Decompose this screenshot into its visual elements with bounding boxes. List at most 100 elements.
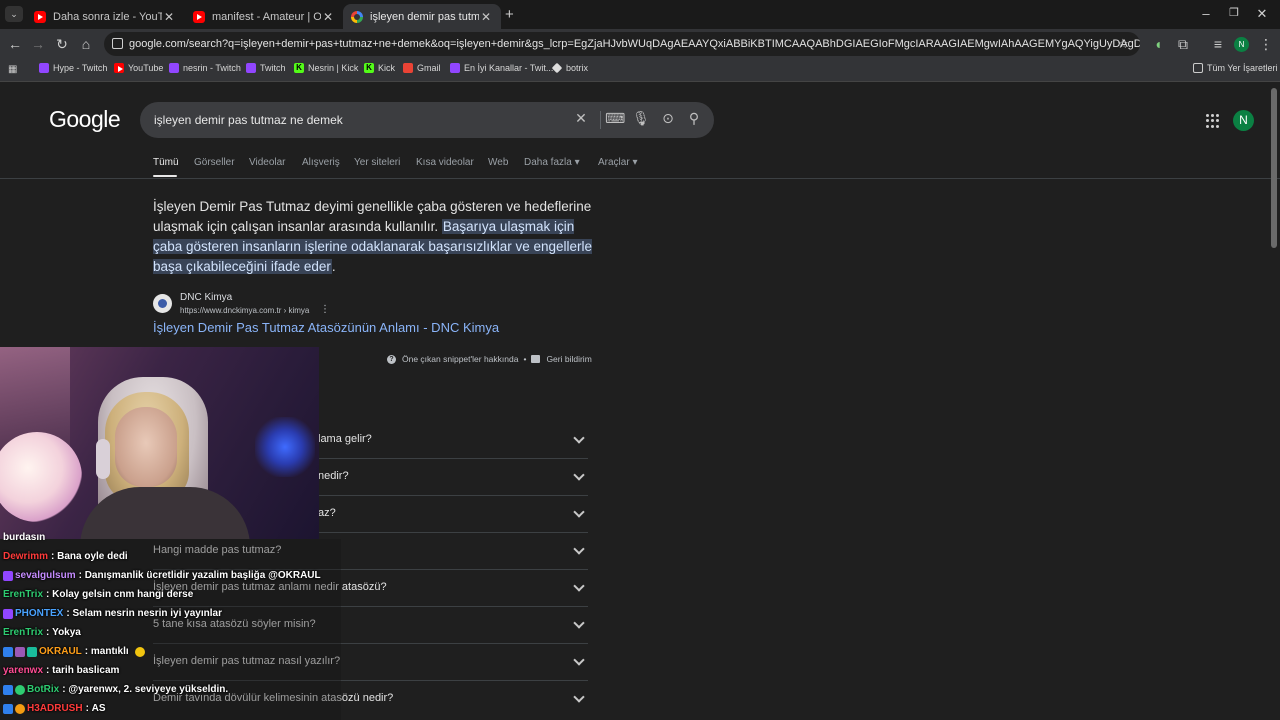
badge-icon xyxy=(27,646,37,657)
close-icon[interactable]: ✕ xyxy=(479,10,493,24)
folder-icon xyxy=(1193,63,1203,73)
chat-cut-line: burdasın xyxy=(3,532,46,543)
badge-icon xyxy=(3,608,13,619)
streamer-face xyxy=(115,407,177,487)
badge-icon xyxy=(15,684,25,695)
search-divider xyxy=(600,111,601,129)
google-apps-icon[interactable] xyxy=(1206,114,1220,128)
source-name[interactable]: DNC Kimya xyxy=(180,292,232,303)
chevron-down-icon xyxy=(574,693,584,703)
chat-message: yarenwx: tarih baslicam xyxy=(3,665,120,676)
tab-google-search[interactable]: işleyen demir pas tutmaz ne de... ✕ xyxy=(343,4,501,29)
restore-button[interactable]: ❐ xyxy=(1224,6,1244,19)
reading-list-icon[interactable]: ≡ xyxy=(1210,37,1226,51)
tab-web[interactable]: Web xyxy=(488,157,508,168)
featured-snippet: İşleyen Demir Pas Tutmaz deyimi genellik… xyxy=(153,199,592,274)
forward-icon[interactable]: → xyxy=(30,37,46,51)
tab-tools[interactable]: Araçlar ▾ xyxy=(598,157,637,168)
bookmark-nesrin-kick[interactable]: K Nesrin | Kick xyxy=(294,63,358,73)
badge-icon xyxy=(3,570,13,581)
search-box[interactable]: işleyen demir pas tutmaz ne demek ✕ ⌨ 🎙 … xyxy=(140,102,714,138)
microphone-icon[interactable]: 🎙 xyxy=(631,110,651,127)
clear-icon[interactable]: ✕ xyxy=(571,110,591,127)
search-input[interactable]: işleyen demir pas tutmaz ne demek xyxy=(154,113,343,127)
close-icon[interactable]: ✕ xyxy=(162,10,176,24)
youtube-icon xyxy=(114,63,124,73)
chevron-down-icon xyxy=(574,619,584,629)
microphone-light xyxy=(255,417,315,477)
minimize-button[interactable]: – xyxy=(1196,6,1216,21)
botrix-icon xyxy=(551,62,563,74)
source-url[interactable]: https://www.dnckimya.com.tr › kimya xyxy=(180,306,309,315)
close-icon[interactable]: ✕ xyxy=(321,10,335,24)
tab-all[interactable]: Tümü xyxy=(153,157,179,168)
tab-search-button[interactable]: ⌄ xyxy=(5,6,23,22)
feedback-link[interactable]: Geri bildirim xyxy=(546,354,591,364)
about-snippets-link[interactable]: Öne çıkan snippet'ler hakkında xyxy=(402,354,518,364)
tab-places[interactable]: Yer siteleri xyxy=(354,157,400,168)
reload-icon[interactable]: ↻ xyxy=(54,37,70,51)
tab-manifest[interactable]: manifest - Amateur | Official M... ✕ xyxy=(185,4,343,29)
chat-message: PHONTEX: Selam nesrin nesrin iyi yayınla… xyxy=(3,608,222,619)
badge-icon xyxy=(15,703,25,714)
headset xyxy=(96,439,110,479)
chat-message: Dewrimm: Bana oyle dedi xyxy=(3,551,128,562)
result-title-link[interactable]: İşleyen Demir Pas Tutmaz Atasözünün Anla… xyxy=(153,320,499,335)
chat-message: BotRix: @yarenwx, 2. seviyeye yükseldin. xyxy=(3,684,228,695)
tab-strip: ⌄ Daha sonra izle - YouTube ✕ manifest -… xyxy=(0,0,1280,29)
help-icon: ? xyxy=(387,354,396,364)
gmail-icon xyxy=(403,63,413,73)
twitch-icon xyxy=(39,63,49,73)
youtube-icon xyxy=(34,10,46,23)
tab-videos[interactable]: Videolar xyxy=(249,157,286,168)
cat-sticker xyxy=(0,432,82,522)
bookmark-hype-twitch[interactable]: Hype - Twitch xyxy=(39,63,107,73)
bookmark-botrix[interactable]: botrix xyxy=(551,62,588,74)
google-logo[interactable]: Google xyxy=(49,106,121,133)
feedback-icon xyxy=(531,355,541,363)
close-window-button[interactable]: ✕ xyxy=(1252,6,1272,22)
bookmark-twitch[interactable]: Twitch xyxy=(246,63,286,73)
menu-icon[interactable]: ⋮ xyxy=(1258,37,1274,51)
site-info-icon[interactable] xyxy=(112,38,123,49)
bookmark-kick[interactable]: K Kick xyxy=(364,63,395,73)
keyboard-icon[interactable]: ⌨ xyxy=(605,110,625,127)
tab-short-videos[interactable]: Kısa videolar xyxy=(416,157,474,168)
bookmark-nesrin-twitch[interactable]: nesrin - Twitch xyxy=(169,63,241,73)
source-favicon[interactable] xyxy=(153,294,172,313)
bookmark-gmail[interactable]: Gmail xyxy=(403,63,441,73)
bookmarks-bar: ▦ Hype - Twitch YouTube nesrin - Twitch … xyxy=(0,59,1280,82)
bookmark-youtube[interactable]: YouTube xyxy=(114,63,163,73)
bookmark-star-icon[interactable]: ☆ xyxy=(1117,36,1129,52)
account-avatar[interactable]: N xyxy=(1233,110,1254,131)
tab-youtube-watch-later[interactable]: Daha sonra izle - YouTube ✕ xyxy=(26,4,184,29)
browser-toolbar: ← → ↻ ⌂ google.com/search?q=işleyen+demi… xyxy=(0,29,1280,59)
chat-message: OKRAUL: mantıklı xyxy=(3,646,147,657)
url-text: google.com/search?q=işleyen+demir+pas+tu… xyxy=(129,38,1140,50)
badge-icon xyxy=(15,646,25,657)
chevron-down-icon xyxy=(574,582,584,592)
chevron-down-icon xyxy=(574,434,584,444)
back-icon[interactable]: ← xyxy=(7,37,23,51)
new-tab-button[interactable]: + xyxy=(505,6,514,23)
tab-more[interactable]: Daha fazla ▾ xyxy=(524,157,580,168)
all-bookmarks-folder[interactable]: Tüm Yer İşaretleri xyxy=(1193,63,1278,73)
tab-images[interactable]: Görseller xyxy=(194,157,235,168)
header-divider xyxy=(0,178,1280,179)
apps-grid-icon[interactable]: ▦ xyxy=(8,64,17,75)
chevron-down-icon xyxy=(574,656,584,666)
more-options-icon[interactable]: ⋮ xyxy=(320,304,330,315)
extensions-icon[interactable]: ⧉ xyxy=(1175,37,1191,51)
page-scrollbar[interactable] xyxy=(1271,88,1277,248)
emoji-icon xyxy=(134,646,145,657)
address-bar[interactable]: google.com/search?q=işleyen+demir+pas+tu… xyxy=(104,32,1140,56)
badge-icon xyxy=(3,646,13,657)
search-icon[interactable]: ⚲ xyxy=(684,110,704,127)
twitch-icon xyxy=(246,63,256,73)
profile-avatar[interactable]: N xyxy=(1234,37,1249,52)
bookmark-en-iyi-kanallar[interactable]: En İyi Kanallar - Twit... xyxy=(450,63,553,73)
lens-icon[interactable]: ⊙ xyxy=(658,110,678,127)
tab-shopping[interactable]: Alışveriş xyxy=(302,157,340,168)
media-control-icon[interactable]: ◖ xyxy=(1150,37,1166,51)
home-icon[interactable]: ⌂ xyxy=(78,37,94,51)
